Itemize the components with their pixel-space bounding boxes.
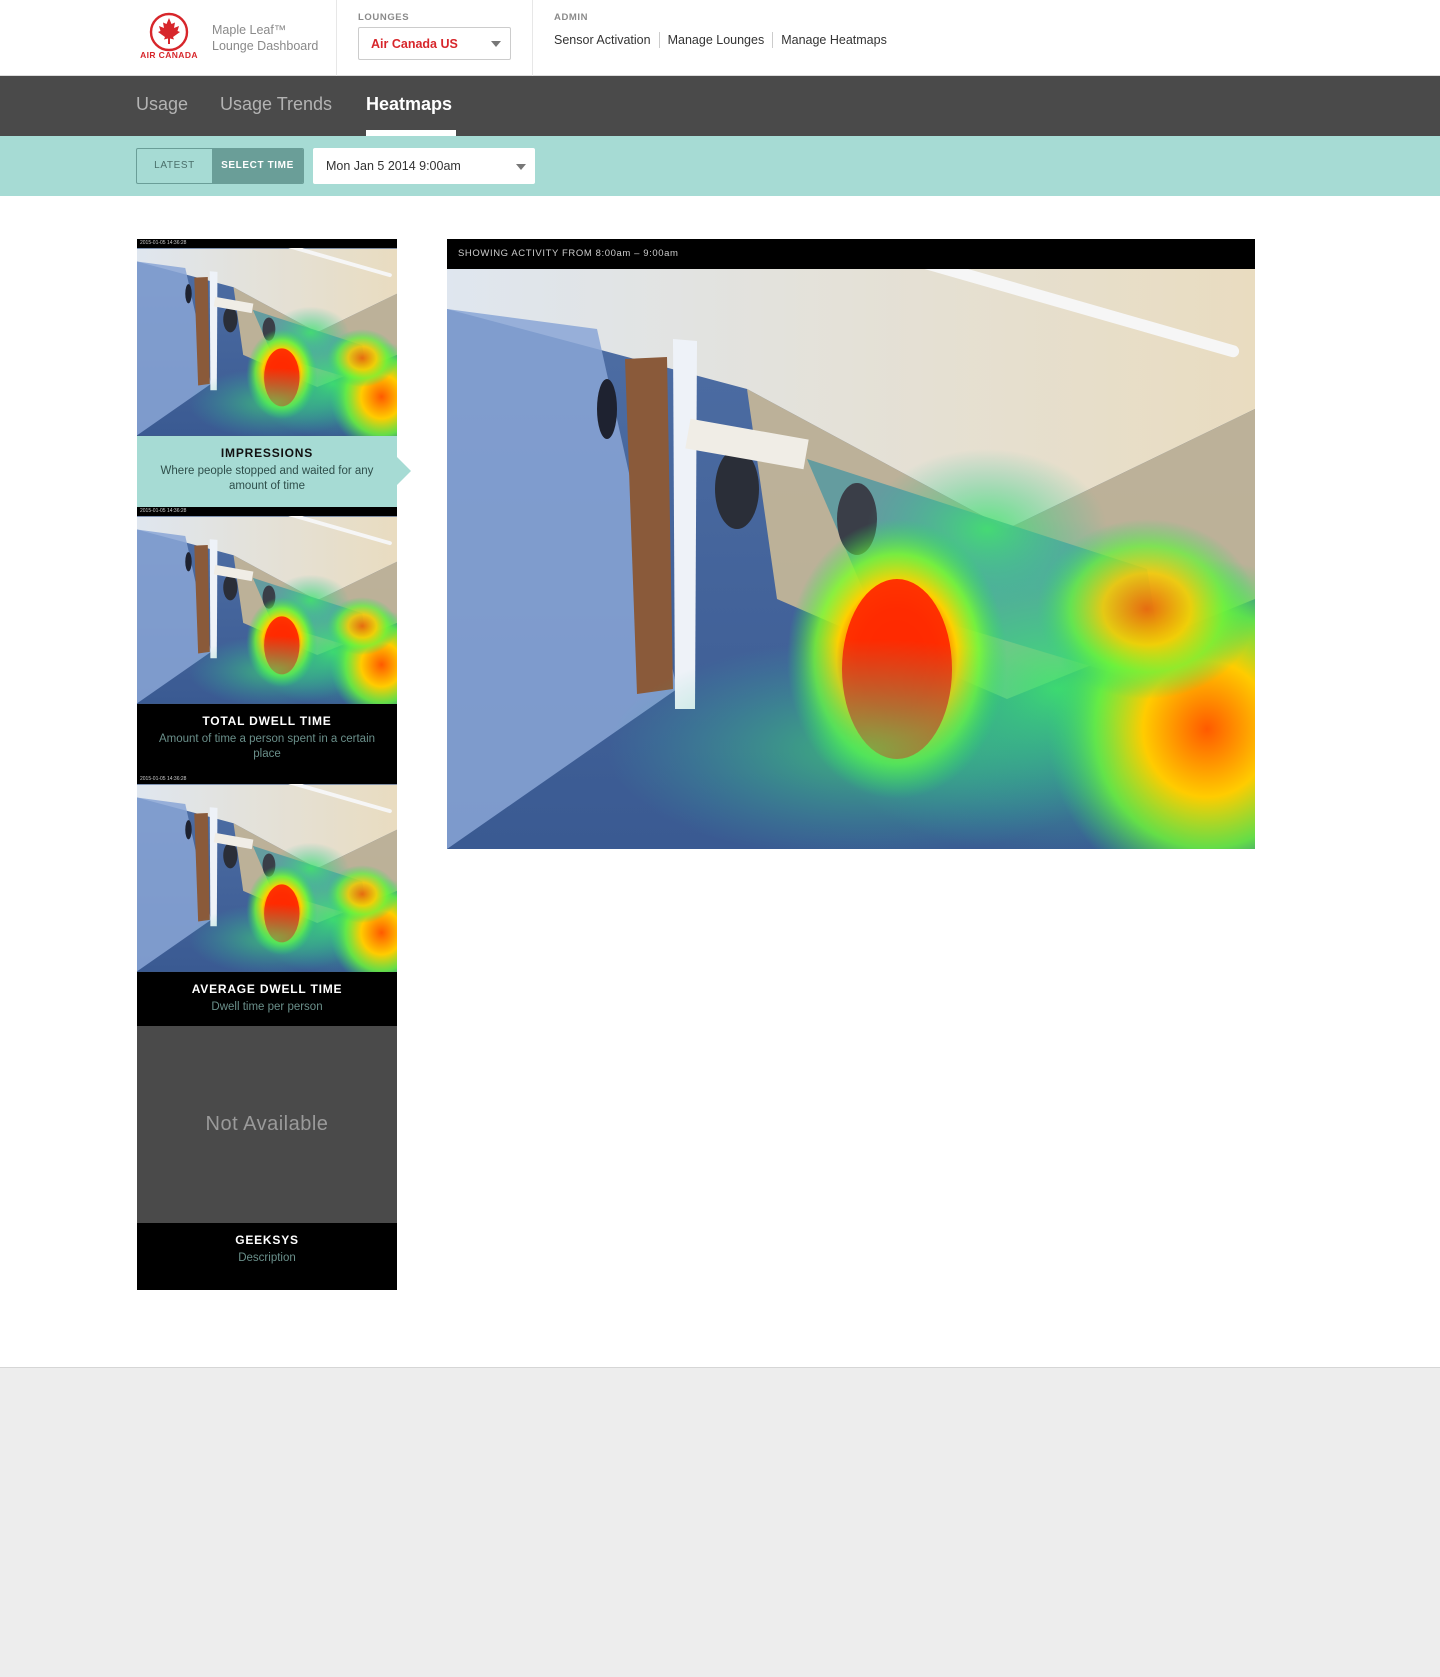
select-time-button[interactable]: SELECT TIME [212, 149, 303, 183]
tab-heatmaps-label: Heatmaps [366, 94, 453, 114]
heatmap-card-average-dwell-time[interactable]: 2015-01-05 14:36:28 AVERAGE DWELL TIME D… [137, 775, 397, 1026]
chevron-down-icon [516, 164, 526, 170]
air-canada-logo[interactable]: AIR CANADA [138, 12, 200, 62]
app-brand: Maple Leaf™ Lounge Dashboard [212, 22, 318, 54]
heatmap-card-geeksys[interactable]: Not Available GEEKSYS Description [137, 1026, 397, 1290]
header-divider [532, 0, 533, 76]
tab-usage-label: Usage [136, 94, 189, 114]
heatmap-thumbnail: 2015-01-05 14:36:28 [137, 507, 397, 704]
card-description: Dwell time per person [211, 1001, 323, 1013]
heatmap-image [447, 269, 1255, 849]
main-nav: Usage Usage Trends Heatmaps [0, 76, 1440, 136]
heatmap-card-impressions[interactable]: 2015-01-05 14:36:28 IMPRESSIONS Where pe… [137, 239, 411, 507]
tab-heatmaps[interactable]: Heatmaps [366, 94, 456, 136]
tab-usage-trends-label: Usage Trends [220, 94, 333, 114]
not-available-placeholder: Not Available [137, 1026, 397, 1223]
heatmap-card-total-dwell-time[interactable]: 2015-01-05 14:36:28 TOTAL DWELL TIME Amo… [137, 507, 397, 775]
card-title: TOTAL DWELL TIME [202, 714, 332, 728]
heatmap-viewer: SHOWING ACTIVITY FROM 8:00am – 9:00am [447, 239, 1255, 849]
heatmap-thumbnail: 2015-01-05 14:36:28 [137, 239, 397, 436]
brand-line-1: Maple Leaf™ [212, 23, 287, 37]
card-title: GEEKSYS [235, 1233, 299, 1247]
thumbnail-timestamp: 2015-01-05 14:36:28 [140, 240, 187, 246]
viewer-activity-range: SHOWING ACTIVITY FROM 8:00am – 9:00am [458, 248, 679, 259]
maple-leaf-icon [149, 12, 189, 52]
brand-line-2: Lounge Dashboard [212, 39, 319, 53]
lounge-select[interactable]: Air Canada US [358, 27, 511, 60]
lounge-select-value: Air Canada US [371, 37, 458, 51]
card-description: Where people stopped and waited for any … [160, 465, 374, 492]
tab-usage-trends[interactable]: Usage Trends [220, 94, 332, 136]
thumbnail-timestamp: 2015-01-05 14:36:28 [140, 508, 187, 514]
admin-link-sensor-activation[interactable]: Sensor Activation [554, 32, 659, 48]
active-card-pointer [397, 457, 411, 485]
header-divider [336, 0, 337, 76]
heatmap-thumbnail-image [137, 784, 397, 972]
heatmap-thumbnail-image [137, 248, 397, 436]
card-title: IMPRESSIONS [220, 446, 314, 460]
card-description: Amount of time a person spent in a certa… [158, 733, 376, 760]
time-mode-toggle: LATEST SELECT TIME [136, 148, 304, 184]
card-description: Description [238, 1252, 296, 1264]
admin-link-manage-heatmaps[interactable]: Manage Heatmaps [772, 32, 895, 48]
app-header: AIR CANADA Maple Leaf™ Lounge Dashboard … [0, 0, 1440, 76]
heatmap-large-image [447, 269, 1255, 849]
admin-link-manage-lounges[interactable]: Manage Lounges [658, 32, 773, 48]
card-caption: IMPRESSIONS Where people stopped and wai… [137, 436, 397, 507]
heatmap-thumbnail: 2015-01-05 14:36:28 [137, 775, 397, 972]
latest-button[interactable]: LATEST [137, 149, 212, 183]
main-content: 2015-01-05 14:36:28 IMPRESSIONS Where pe… [0, 196, 1440, 1368]
admin-label: ADMIN [554, 12, 589, 23]
heatmap-thumbnail-image [137, 516, 397, 704]
not-available-text: Not Available [205, 1113, 329, 1135]
filter-bar: LATEST SELECT TIME Mon Jan 5 2014 9:00am [0, 136, 1440, 196]
chevron-down-icon [491, 41, 501, 47]
time-select-value: Mon Jan 5 2014 9:00am [326, 159, 461, 173]
card-title: AVERAGE DWELL TIME [191, 982, 343, 996]
thumbnail-timestamp: 2015-01-05 14:36:28 [140, 776, 187, 782]
lounges-label: LOUNGES [358, 12, 410, 23]
time-select[interactable]: Mon Jan 5 2014 9:00am [313, 148, 535, 184]
admin-links: Sensor Activation Manage Lounges Manage … [554, 32, 895, 48]
tab-usage[interactable]: Usage [136, 94, 188, 136]
logo-wordmark: AIR CANADA [140, 50, 198, 60]
